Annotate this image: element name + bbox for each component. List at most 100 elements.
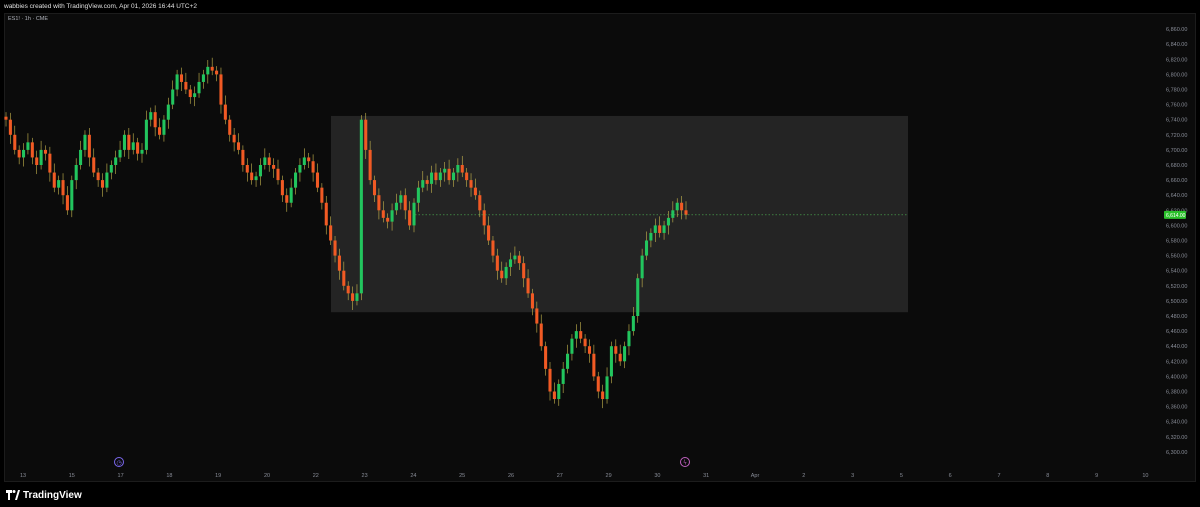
candle-body: [294, 172, 298, 188]
candle-body: [416, 187, 420, 203]
candle-body: [609, 346, 613, 377]
y-tick-label: 6,500.00: [1166, 299, 1187, 305]
candle-body: [48, 153, 52, 173]
candle-body: [443, 168, 447, 173]
candle-body: [623, 346, 627, 362]
candle-body: [438, 172, 442, 181]
x-tick-label: 5: [900, 473, 903, 479]
y-tick-label: 6,840.00: [1166, 42, 1187, 48]
x-tick-label: 27: [557, 473, 563, 479]
candlestick-chart[interactable]: 6,860.00 6,840.00 6,820.00 6,800.00 6,780.00…: [0, 0, 1200, 482]
candle-body: [43, 149, 48, 154]
candle-body: [149, 112, 153, 120]
candle-body: [495, 255, 499, 271]
x-tick-label: 31: [703, 473, 709, 479]
candle-body: [215, 70, 219, 75]
candle-body: [662, 225, 666, 233]
candle-body: [447, 168, 451, 181]
candle-body: [193, 93, 197, 98]
candle-body: [57, 180, 61, 188]
symbol-label: ES1! · 1h · CME: [8, 16, 49, 22]
candle-body: [74, 165, 78, 181]
candle-body: [136, 142, 140, 154]
candle-body: [197, 81, 201, 94]
candle-body: [386, 217, 390, 222]
candle-body: [337, 255, 341, 271]
candle-body: [583, 338, 587, 347]
candle-body: [289, 187, 293, 203]
candle-body: [250, 172, 254, 181]
candle-body: [390, 210, 394, 222]
candle-body: [320, 187, 324, 203]
candle-body: [65, 195, 69, 211]
candle-body: [109, 165, 113, 173]
candle-body: [465, 172, 469, 181]
candle-body: [487, 225, 491, 241]
current-price-label: 6,614.00: [1166, 213, 1186, 219]
candle-body: [276, 168, 280, 181]
candle-body: [504, 266, 508, 279]
candle-body: [421, 180, 425, 188]
candle-body: [351, 293, 355, 301]
x-tick-label: 23: [362, 473, 368, 479]
candle-body: [508, 259, 513, 267]
x-tick-label: 17: [118, 473, 124, 479]
candle-body: [570, 338, 574, 354]
y-tick-label: 6,400.00: [1166, 374, 1187, 380]
candle-body: [298, 165, 302, 173]
brand-label: TradingView: [23, 489, 82, 501]
candle-body: [574, 331, 578, 339]
x-tick-label: 24: [410, 473, 416, 479]
range-box: [331, 115, 908, 313]
candle-body: [658, 225, 662, 233]
candle-body: [30, 142, 34, 158]
candle-body: [311, 161, 315, 173]
x-tick-label: 15: [69, 473, 75, 479]
y-tick-label: 6,340.00: [1166, 420, 1187, 426]
candle-body: [232, 134, 236, 143]
candle-body: [649, 232, 653, 241]
candle-body: [500, 270, 504, 279]
candle-body: [346, 285, 350, 294]
x-tick-label: 6: [949, 473, 952, 479]
candle-body: [675, 202, 679, 211]
candle-body: [280, 180, 284, 196]
candle-body: [491, 240, 495, 256]
x-tick-label: 9: [1095, 473, 1098, 479]
candle-body: [13, 134, 17, 150]
y-tick-label: 6,360.00: [1166, 405, 1187, 411]
candle-body: [22, 149, 26, 158]
candle-body: [522, 263, 526, 279]
candle-body: [179, 74, 184, 82]
x-tick-label: 3: [851, 473, 854, 479]
candle-body: [425, 180, 429, 184]
candle-body: [368, 149, 372, 181]
candle-body: [408, 210, 412, 226]
candle-body: [122, 134, 126, 150]
candle-body: [592, 353, 596, 377]
candle-body: [263, 157, 267, 165]
candle-body: [342, 270, 346, 286]
candle-body: [79, 149, 83, 165]
candle-body: [223, 104, 227, 120]
candle-body: [324, 202, 328, 226]
tradingview-brand[interactable]: TradingView: [6, 488, 82, 502]
candle-body: [210, 66, 214, 71]
candle-body: [618, 353, 622, 362]
y-tick-label: 6,780.00: [1166, 88, 1187, 94]
candle-body: [434, 172, 438, 181]
candle-body: [315, 172, 320, 188]
candle-body: [184, 81, 188, 90]
y-tick-label: 6,700.00: [1166, 148, 1187, 154]
y-tick-label: 6,720.00: [1166, 133, 1187, 139]
candle-body: [430, 172, 434, 184]
candle-body: [52, 172, 56, 188]
y-tick-label: 6,440.00: [1166, 344, 1187, 350]
candle-body: [596, 376, 600, 392]
candle-body: [26, 142, 30, 150]
candle-body: [162, 119, 166, 135]
x-tick-label: 30: [654, 473, 660, 479]
candle-body: [381, 210, 385, 218]
y-tick-label: 6,760.00: [1166, 103, 1187, 109]
candle-body: [228, 119, 232, 135]
